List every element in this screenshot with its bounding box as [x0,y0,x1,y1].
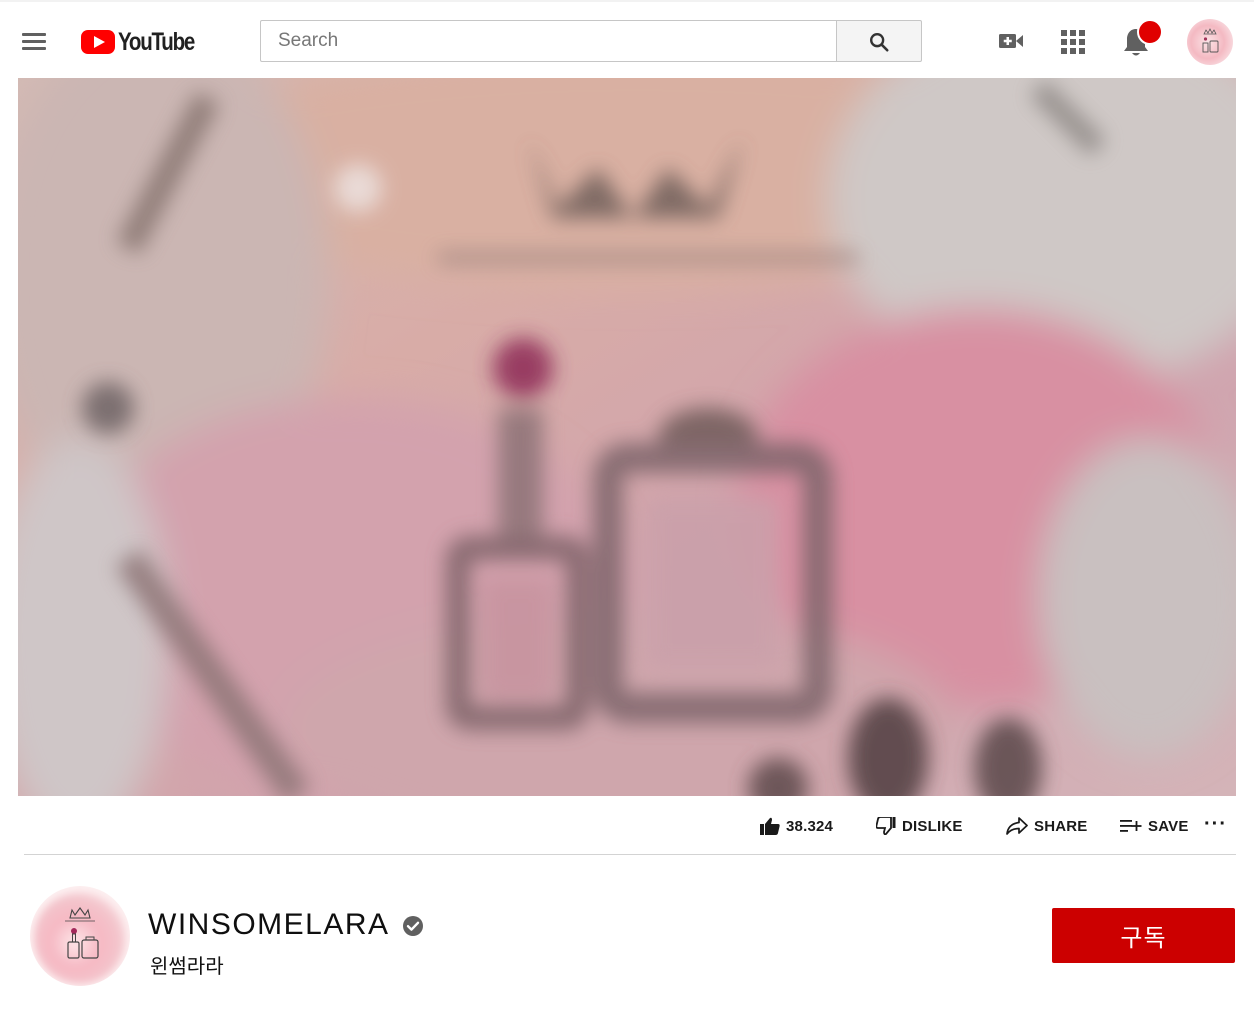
dislike-button[interactable]: DISLIKE [876,814,963,838]
menu-icon[interactable] [18,27,50,55]
youtube-play-icon [81,30,115,54]
channel-name-text: WINSOMELARA [148,908,390,941]
divider [24,854,1236,855]
more-actions-button[interactable]: ··· [1204,812,1227,836]
apps-grid-icon[interactable] [1061,30,1085,54]
search-button[interactable] [836,20,922,62]
more-icon: ··· [1204,812,1227,835]
account-avatar[interactable] [1187,19,1233,65]
channel-avatar[interactable] [30,886,130,986]
channel-name[interactable]: WINSOMELARA [148,908,424,942]
share-button[interactable]: SHARE [1006,814,1088,838]
video-actions-bar: 38.324 DISLIKE SHARE SAVE ··· [0,806,1254,846]
share-arrow-icon [1006,817,1028,835]
dislike-label: DISLIKE [902,817,963,835]
thumbs-up-icon [760,817,780,835]
subscribe-button[interactable]: 구독 [1052,908,1235,963]
notification-badge [1137,19,1163,45]
save-label: SAVE [1148,817,1189,835]
playlist-add-icon [1120,820,1142,832]
search-icon [870,33,889,52]
video-thumbnail [18,78,1236,796]
verified-badge-icon [402,916,423,936]
video-player[interactable] [18,78,1236,796]
save-button[interactable]: SAVE [1120,814,1189,838]
top-bar: YouTube [0,0,1254,78]
like-button[interactable]: 38.324 [760,814,833,838]
create-video-icon[interactable] [998,30,1024,52]
thumbs-down-icon [876,817,896,835]
share-label: SHARE [1034,817,1088,835]
youtube-logo[interactable]: YouTube [81,28,211,56]
like-count: 38.324 [786,817,834,835]
logo-text: YouTube [118,27,195,56]
search-field[interactable] [260,20,837,62]
search-input[interactable] [261,21,837,61]
channel-subtitle: 윈썸라라 [150,956,224,978]
